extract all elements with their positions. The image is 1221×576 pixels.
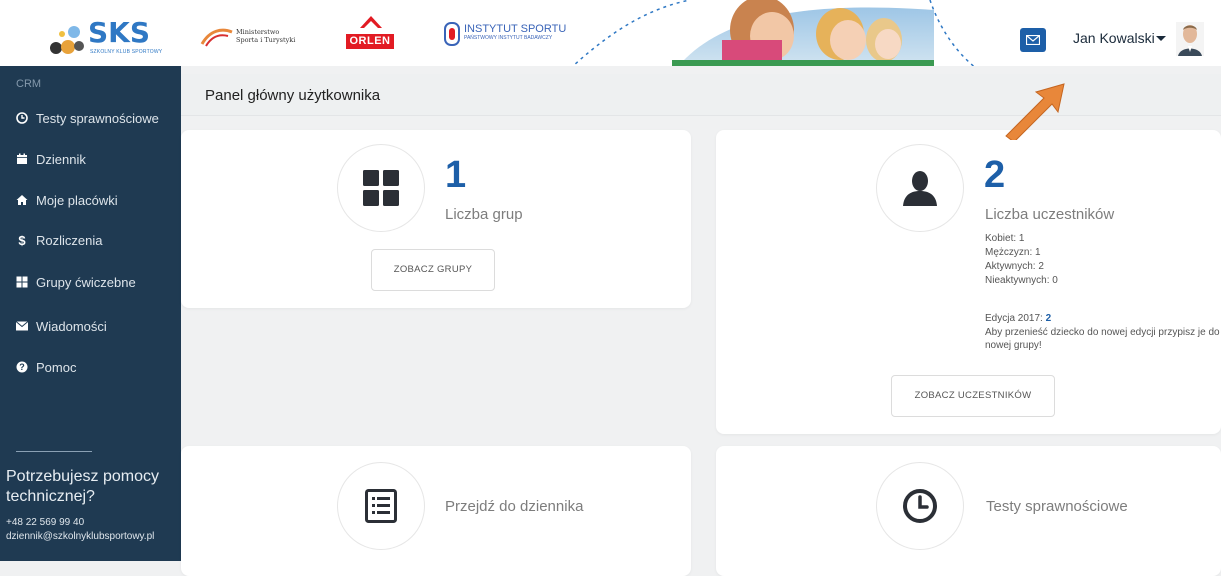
tests-icon-circle <box>876 462 964 550</box>
ministry-line1: Ministerstwo <box>236 28 280 36</box>
edition-value: 2 <box>1045 313 1052 324</box>
children-photo <box>672 0 934 66</box>
participants-card: 2 Liczba uczestników Kobiet: 1 Mężczyzn:… <box>716 130 1221 434</box>
participants-count: 2 <box>984 154 1006 196</box>
user-silhouette-icon <box>903 171 937 206</box>
participants-icon-circle <box>876 144 964 232</box>
orlen-text: ORLEN <box>346 34 394 49</box>
sidebar-section-label: CRM <box>16 78 42 90</box>
grid-icon <box>363 170 399 206</box>
stat-active: Aktywnych: 2 <box>985 261 1044 272</box>
help-email[interactable]: dziennik@szkolnyklubsportowy.pl <box>6 531 154 542</box>
journal-icon-circle <box>337 462 425 550</box>
sidebar-item-settlements[interactable]: $ Rozliczenia <box>0 226 181 254</box>
sidebar-item-label: Pomoc <box>36 359 77 375</box>
calendar-icon <box>16 153 28 165</box>
sidebar-item-label: Dziennik <box>36 151 86 167</box>
page-title: Panel główny użytkownika <box>205 87 381 104</box>
stat-inactive: Nieaktywnych: 0 <box>985 275 1058 286</box>
dollar-icon: $ <box>18 232 26 248</box>
sidebar-item-journal[interactable]: Dziennik <box>0 145 181 173</box>
sidebar-item-label: Grupy ćwiczebne <box>36 274 136 290</box>
sidebar-divider <box>16 451 92 452</box>
orlen-logo: ORLEN <box>346 14 396 52</box>
help-phone: +48 22 569 99 40 <box>6 517 85 528</box>
sidebar: CRM Testy sprawnościowe Dziennik Moje pl… <box>0 66 181 561</box>
sidebar-item-fitness-tests[interactable]: Testy sprawnościowe <box>0 104 181 132</box>
logo-subtext: SZKOLNY KLUB SPORTOWY <box>90 49 163 55</box>
user-menu-name[interactable]: Jan Kowalski <box>1073 30 1155 46</box>
edition-label: Edycja 2017: <box>985 313 1043 324</box>
clock-icon <box>16 112 28 124</box>
ministry-logo: Ministerstwo Sporta i Turystyki <box>200 22 320 52</box>
stat-men: Mężczyzn: 1 <box>985 247 1041 258</box>
tests-label: Testy sprawnościowe <box>986 498 1128 515</box>
sidebar-item-label: Rozliczenia <box>36 232 103 248</box>
question-icon: ? <box>16 361 28 373</box>
clock-icon <box>903 489 937 523</box>
orlen-eagle-icon <box>360 16 382 28</box>
ministry-line2: Sporta i Turystyki <box>236 36 296 44</box>
institute-shield-icon <box>444 22 460 46</box>
envelope-icon <box>16 320 28 332</box>
svg-text:?: ? <box>19 362 25 372</box>
view-groups-button[interactable]: ZOBACZ GRUPY <box>371 249 495 291</box>
ministry-swoosh-icon <box>200 28 233 47</box>
list-document-icon <box>365 489 397 523</box>
logo-text: SKS <box>88 16 151 49</box>
journal-label: Przejdź do dziennika <box>445 498 584 515</box>
sidebar-item-training-groups[interactable]: Grupy ćwiczebne <box>0 268 181 296</box>
sport-balls-icon <box>50 26 84 54</box>
user-avatar[interactable] <box>1176 22 1204 56</box>
grid-icon <box>16 276 28 288</box>
sks-logo[interactable]: SKS SZKOLNY KLUB SPORTOWY <box>48 16 166 62</box>
annotation-arrow-icon <box>1005 83 1065 140</box>
messages-button[interactable] <box>1020 28 1046 52</box>
sidebar-item-messages[interactable]: Wiadomości <box>0 312 181 340</box>
groups-card: 1 Liczba grup ZOBACZ GRUPY <box>181 130 691 308</box>
envelope-icon <box>1026 35 1040 45</box>
participants-label: Liczba uczestników <box>985 206 1115 223</box>
sidebar-item-label: Testy sprawnościowe <box>36 110 159 126</box>
groups-label: Liczba grup <box>445 206 523 223</box>
edition-line: Edycja 2017: 2 <box>985 313 1051 324</box>
sidebar-item-my-facilities[interactable]: Moje placówki <box>0 186 181 214</box>
sidebar-item-label: Wiadomości <box>36 318 107 334</box>
groups-icon-circle <box>337 144 425 232</box>
view-participants-button[interactable]: ZOBACZ UCZESTNIKÓW <box>891 375 1055 417</box>
caret-down-icon[interactable] <box>1156 36 1166 41</box>
sidebar-item-label: Moje placówki <box>36 192 118 208</box>
top-header: SKS SZKOLNY KLUB SPORTOWY Ministerstwo S… <box>0 0 1221 66</box>
groups-count: 1 <box>445 154 467 196</box>
sidebar-item-help[interactable]: ? Pomoc <box>0 353 181 381</box>
help-title: Potrzebujesz pomocy technicznej? <box>6 468 159 505</box>
home-icon <box>16 194 28 206</box>
edition-note: Aby przenieść dziecko do nowej edycji pr… <box>985 327 1220 351</box>
fitness-tests-card[interactable]: Testy sprawnościowe <box>716 446 1221 576</box>
journal-card[interactable]: Przejdź do dziennika <box>181 446 691 576</box>
stat-women: Kobiet: 1 <box>985 233 1025 244</box>
